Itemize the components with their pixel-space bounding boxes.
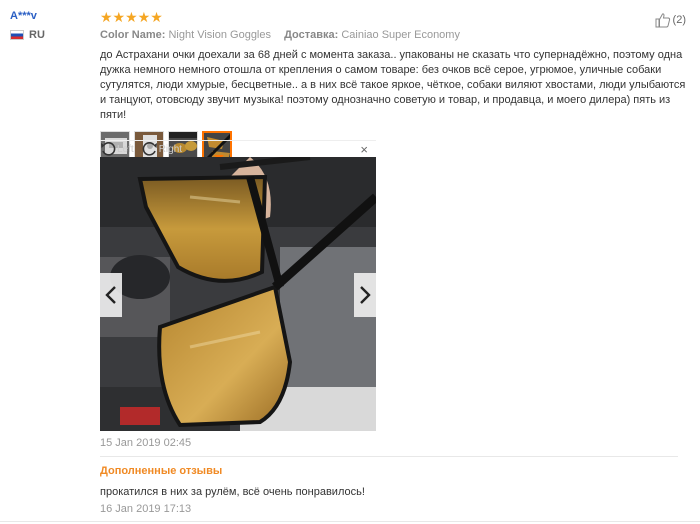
star-rating: ★★★★★	[100, 9, 163, 25]
close-viewer-button[interactable]: ×	[360, 142, 368, 157]
thumbs-up-icon	[655, 13, 670, 28]
additional-review-text: прокатился в них за рулём, всё очень пон…	[100, 486, 365, 498]
rotate-left-icon	[101, 142, 116, 156]
reviewer-name: A***v	[10, 10, 37, 22]
rotate-right-button[interactable]: Right	[142, 141, 182, 157]
review-meta: Color Name: Night Vision Goggles Доставк…	[100, 29, 690, 41]
next-photo-button[interactable]	[354, 273, 376, 317]
shipping-value: Cainiao Super Economy	[341, 29, 460, 41]
shipping-label: Доставка:	[284, 29, 339, 41]
reviewer-info: A***v RU	[10, 10, 90, 41]
country-code: RU	[29, 29, 45, 41]
review-photo	[100, 157, 376, 431]
additional-review-date: 16 Jan 2019 17:13	[100, 503, 192, 515]
divider	[100, 456, 678, 457]
rotate-left-label: Left	[117, 143, 134, 155]
review-body: ★★★★★ Color Name: Night Vision Goggles Д…	[100, 10, 690, 161]
reviewer-country: RU	[10, 29, 90, 41]
color-label: Color Name:	[100, 29, 166, 41]
additional-review-title: Дополненные отзывы	[100, 465, 223, 477]
color-value: Night Vision Goggles	[168, 29, 271, 41]
review-text: до Астрахани очки доехали за 68 дней с м…	[100, 49, 686, 121]
photo-viewer: Left Right ×	[100, 140, 376, 431]
rotate-right-icon	[142, 142, 157, 156]
prev-photo-button[interactable]	[100, 273, 122, 317]
goggles-photo	[100, 157, 376, 431]
review-date: 15 Jan 2019 02:45	[100, 437, 192, 449]
chevron-left-icon	[105, 286, 116, 304]
chevron-right-icon	[360, 286, 371, 304]
helpful-count: (2)	[672, 14, 686, 26]
rotate-left-button[interactable]: Left	[100, 141, 134, 157]
helpful-votes[interactable]: (2)	[655, 12, 686, 28]
divider	[0, 521, 700, 522]
flag-icon	[10, 30, 24, 40]
viewer-toolbar: Left Right ×	[100, 140, 376, 157]
rotate-right-label: Right	[158, 143, 183, 155]
